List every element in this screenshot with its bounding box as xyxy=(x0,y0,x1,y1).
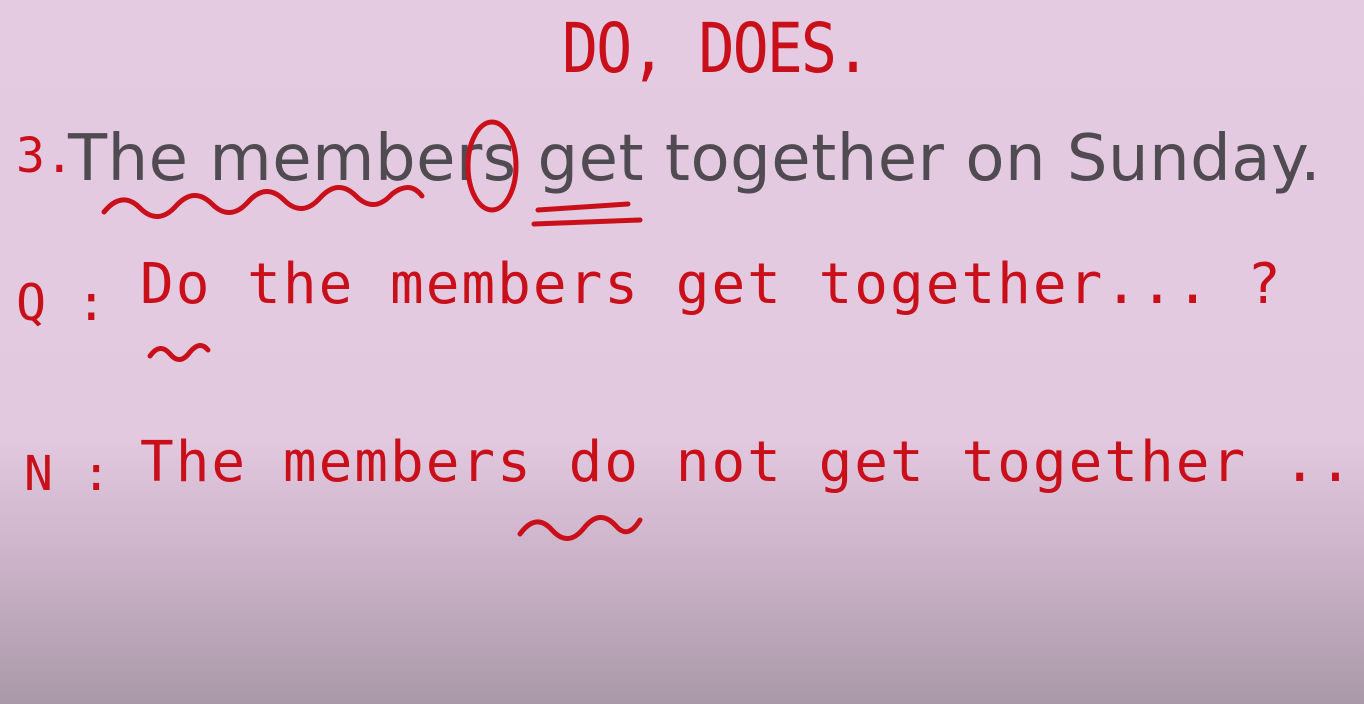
verb-double-underline xyxy=(531,201,643,227)
example-sentence: The members get together on Sunday. xyxy=(68,122,1322,196)
question-label: Q : xyxy=(16,274,107,332)
example-number: 3. xyxy=(16,128,74,184)
lesson-title: DO, DOES. xyxy=(562,8,871,90)
negative-label: N : xyxy=(24,446,111,502)
do-wavy-underline xyxy=(147,343,211,362)
do-not-wavy-underline xyxy=(517,515,643,541)
question-sentence: Do the members get together... ? xyxy=(140,252,1283,317)
whiteboard: DO, DOES. 3. The members get together on… xyxy=(0,0,1364,704)
handwritten-annotations xyxy=(101,119,643,541)
negative-sentence: The members do not get together .... xyxy=(140,430,1364,495)
